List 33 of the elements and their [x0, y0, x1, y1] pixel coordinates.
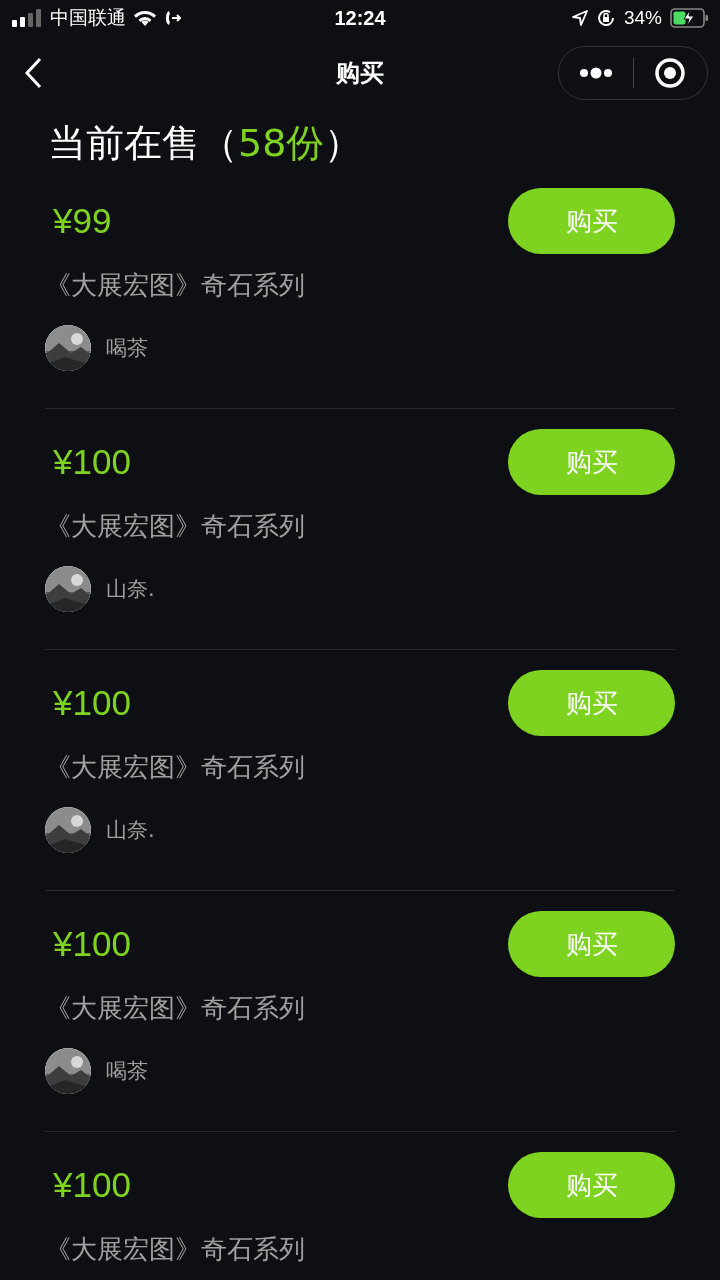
signal-icon [12, 9, 42, 27]
price: ¥100 [52, 924, 131, 964]
page-title: 购买 [336, 58, 384, 89]
battery-percent: 34% [623, 7, 662, 29]
product-name: 《大展宏图》奇石系列 [45, 510, 306, 543]
buy-button[interactable]: 购买 [508, 670, 675, 736]
price: ¥100 [52, 442, 131, 482]
product-name: 《大展宏图》奇石系列 [45, 269, 306, 302]
more-icon[interactable] [577, 66, 614, 80]
wifi-icon [134, 10, 156, 26]
buy-button[interactable]: 购买 [508, 1152, 675, 1218]
rotation-lock-icon [595, 8, 616, 28]
seller-name: 喝茶 [106, 335, 148, 362]
buy-button[interactable]: 购买 [508, 429, 675, 495]
close-icon[interactable] [654, 57, 687, 89]
product-name: 《大展宏图》奇石系列 [45, 992, 306, 1025]
seller-name: 喝茶 [106, 1058, 148, 1085]
carrier-name: 中国联通 [50, 6, 126, 30]
clock-time: 12:24 [334, 6, 386, 30]
buy-button[interactable]: 购买 [508, 188, 675, 254]
price: ¥99 [52, 201, 112, 241]
seller-name: 山奈. [106, 576, 155, 603]
section-heading: 当前在售（58份） [48, 120, 364, 167]
price: ¥100 [52, 683, 131, 723]
seller-name: 山奈. [106, 817, 155, 844]
location-icon [571, 10, 588, 26]
buy-button[interactable]: 购买 [508, 911, 675, 977]
price: ¥100 [52, 1165, 131, 1205]
product-name: 《大展宏图》奇石系列 [45, 751, 306, 784]
battery-icon [670, 8, 710, 28]
product-name: 《大展宏图》奇石系列 [45, 1233, 306, 1266]
back-icon[interactable] [24, 57, 42, 89]
call-forward-icon [164, 9, 182, 27]
